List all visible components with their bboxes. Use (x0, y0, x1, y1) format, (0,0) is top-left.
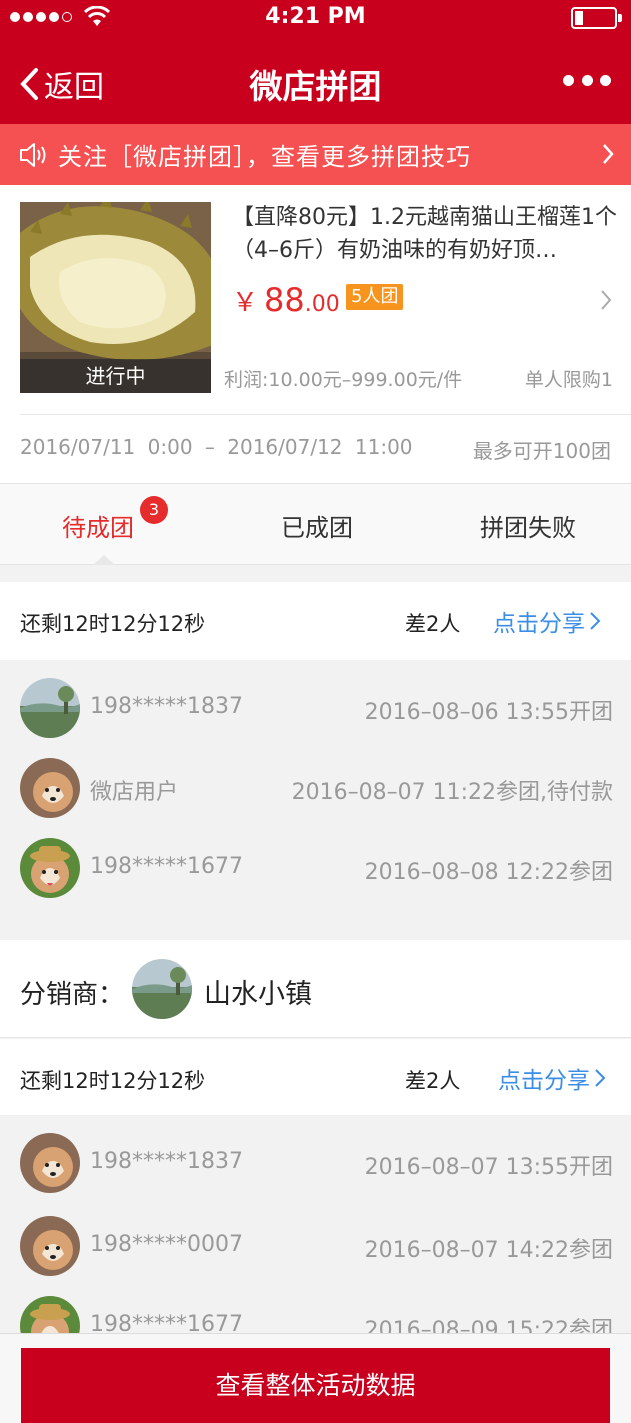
status-time: 4:21 PM (265, 4, 366, 29)
distributor-avatar (132, 959, 192, 1019)
avatar (20, 1133, 80, 1193)
speaker-icon (20, 142, 46, 167)
more-dot-icon (581, 74, 593, 86)
chevron-right-icon (595, 1069, 606, 1087)
activity-dates: 2016/07/11 0:00 – 2016/07/12 11:00 (20, 435, 413, 459)
member-row[interactable]: 198*****1837 2016–08–06 13:55开团 (0, 660, 631, 740)
follow-notice-banner[interactable]: 关注［微店拼团］，查看更多拼团技巧 (0, 124, 631, 185)
member-name: 198*****0007 (90, 1232, 243, 1257)
group-size-badge: 5人团 (346, 284, 404, 310)
share-button[interactable]: 点击分享 (493, 604, 601, 638)
members-needed: 差2人 (405, 612, 461, 636)
back-button[interactable]: 返回 (18, 62, 104, 106)
member-status: 2016–08–08 12:22参团 (364, 860, 613, 885)
members-needed: 差2人 (405, 1069, 461, 1093)
chevron-right-icon (590, 612, 601, 630)
battery-icon (571, 7, 622, 29)
member-status: 2016–08–07 11:22参团,待付款 (291, 780, 613, 805)
member-name: 198*****1837 (90, 694, 243, 719)
time-remaining: 还剩12时12分12秒 (20, 612, 206, 636)
status-bar: 4:21 PM (0, 0, 631, 38)
notice-text: 关注［微店拼团］，查看更多拼团技巧 (58, 143, 471, 171)
group-header: 还剩12时12分12秒 差2人 点击分享 (0, 1039, 631, 1117)
member-row[interactable]: 微店用户 2016–08–07 11:22参团,待付款 (0, 740, 631, 820)
avatar (20, 678, 80, 738)
avatar (20, 838, 80, 898)
max-groups: 最多可开100团 (472, 439, 611, 463)
group-header: 还剩12时12分12秒 差2人 点击分享 (0, 582, 631, 660)
member-name: 微店用户 (90, 780, 179, 805)
distributor-label: 分销商： (20, 980, 125, 1010)
share-button[interactable]: 点击分享 (498, 1061, 606, 1095)
more-dot-icon (600, 74, 611, 86)
member-name: 198*****1677 (90, 854, 243, 879)
avatar (20, 1216, 80, 1276)
purchase-limit: 单人限购1 (524, 369, 613, 391)
member-status: 2016–08–07 14:22参团 (364, 1238, 613, 1263)
back-label: 返回 (44, 70, 104, 105)
chevron-right-icon (603, 144, 614, 164)
footer-bar: 查看整体活动数据 (0, 1333, 631, 1423)
member-row[interactable]: 198*****1837 2016–08–07 13:55开团 (0, 1115, 631, 1195)
member-status: 2016–08–06 13:55开团 (364, 700, 613, 725)
product-name: 【直降80元】1.2元越南猫山王榴莲1个（4–6斤）有奶油味的有奶好顶… (232, 205, 617, 263)
avatar (20, 758, 80, 818)
distributor-row[interactable]: 分销商： 山水小镇 (0, 940, 631, 1038)
nav-bar: 返回 微店拼团 (0, 38, 631, 124)
member-row[interactable]: 198*****1677 2016–08–08 12:22参团 (0, 820, 631, 900)
member-name: 198*****1837 (90, 1149, 243, 1174)
product-card[interactable]: 进行中 【直降80元】1.2元越南猫山王榴莲1个（4–6斤）有奶油味的有奶好顶…… (0, 185, 631, 483)
tab-failed[interactable]: 拼团失败 (480, 508, 576, 543)
tab-pending[interactable]: 待成团 (62, 508, 134, 543)
member-row[interactable]: 198*****0007 2016–08–07 14:22参团 (0, 1198, 631, 1278)
status-tag: 进行中 (20, 359, 211, 393)
chevron-right-icon (601, 290, 612, 310)
distributor-name: 山水小镇 (204, 979, 312, 1010)
product-price: ￥ 88.00 (232, 281, 340, 319)
product-image: 进行中 (20, 202, 211, 393)
more-dot-icon (563, 74, 574, 86)
active-tab-pointer (93, 555, 115, 565)
view-activity-data-button[interactable]: 查看整体活动数据 (21, 1348, 610, 1423)
tab-completed[interactable]: 已成团 (281, 508, 353, 543)
more-button[interactable] (563, 62, 611, 98)
time-remaining: 还剩12时12分12秒 (20, 1069, 206, 1093)
member-status: 2016–08–07 13:55开团 (364, 1155, 613, 1180)
profit-range: 利润:10.00元–999.00元/件 (224, 369, 463, 391)
divider (20, 414, 631, 415)
chevron-left-icon (20, 68, 38, 100)
group-status-tabs: 待成团 3 已成团 拼团失败 (0, 483, 631, 565)
pending-count-badge: 3 (140, 496, 168, 524)
